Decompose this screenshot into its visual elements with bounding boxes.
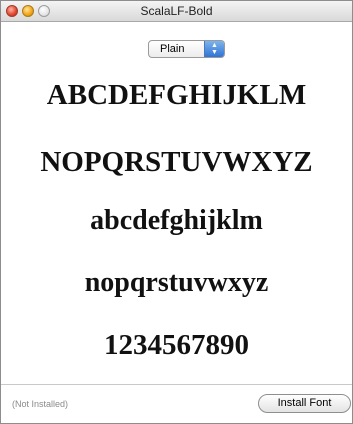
footer-divider xyxy=(1,384,352,385)
sample-digits: 1234567890 xyxy=(104,329,249,361)
font-style-select[interactable]: Plain ▲ ▼ xyxy=(148,40,225,58)
install-status-text: (Not Installed) xyxy=(12,399,69,409)
sample-lowercase-a-m: abcdefghijklm xyxy=(90,205,263,236)
sample-uppercase-n-z: NOPQRSTUVWXYZ xyxy=(40,146,313,178)
select-arrows-icon: ▲ ▼ xyxy=(204,41,224,57)
sample-uppercase-a-m: ABCDEFGHIJKLM xyxy=(46,79,307,111)
window-title: ScalaLF-Bold xyxy=(140,4,213,18)
chevron-up-icon: ▲ xyxy=(211,42,218,49)
sample-lowercase-n-z: nopqrstuvwxyz xyxy=(84,267,269,298)
font-style-value: Plain xyxy=(160,43,185,55)
title-bar[interactable]: ScalaLF-Bold xyxy=(1,1,352,22)
chevron-down-icon: ▼ xyxy=(211,49,218,56)
font-preview-window: ScalaLF-Bold Plain ▲ ▼ ABCDEFGHIJKLM NOP… xyxy=(0,0,353,424)
install-font-button[interactable]: Install Font xyxy=(258,394,351,413)
